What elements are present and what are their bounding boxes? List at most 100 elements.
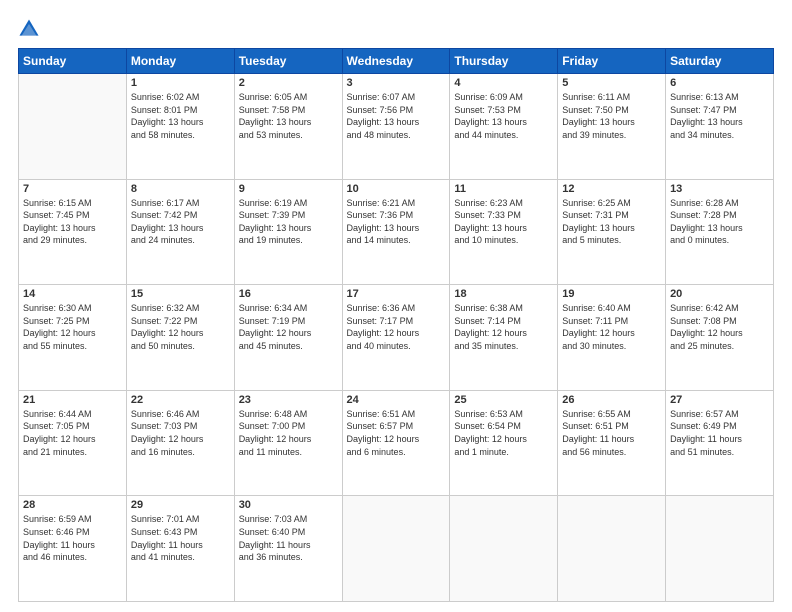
day-info: Sunrise: 6:53 AM Sunset: 6:54 PM Dayligh… [454,408,553,458]
weekday-header: Friday [558,49,666,74]
day-info: Sunrise: 6:19 AM Sunset: 7:39 PM Dayligh… [239,197,338,247]
day-number: 6 [670,77,769,89]
header [18,18,774,40]
page: SundayMondayTuesdayWednesdayThursdayFrid… [0,0,792,612]
day-number: 1 [131,77,230,89]
calendar-header-row: SundayMondayTuesdayWednesdayThursdayFrid… [19,49,774,74]
day-info: Sunrise: 6:40 AM Sunset: 7:11 PM Dayligh… [562,302,661,352]
day-info: Sunrise: 6:57 AM Sunset: 6:49 PM Dayligh… [670,408,769,458]
calendar-cell: 21 Sunrise: 6:44 AM Sunset: 7:05 PM Dayli… [19,390,127,496]
day-info: Sunrise: 7:03 AM Sunset: 6:40 PM Dayligh… [239,513,338,563]
calendar-cell: 27 Sunrise: 6:57 AM Sunset: 6:49 PM Dayli… [666,390,774,496]
day-info: Sunrise: 6:17 AM Sunset: 7:42 PM Dayligh… [131,197,230,247]
day-info: Sunrise: 6:21 AM Sunset: 7:36 PM Dayligh… [347,197,446,247]
calendar-cell: 24 Sunrise: 6:51 AM Sunset: 6:57 PM Dayli… [342,390,450,496]
calendar-cell: 18Sunrise: 6:38 AM Sunset: 7:14 PM Dayli… [450,285,558,391]
calendar-cell: 29 Sunrise: 7:01 AM Sunset: 6:43 PM Dayli… [126,496,234,602]
calendar-cell: 9Sunrise: 6:19 AM Sunset: 7:39 PM Daylig… [234,179,342,285]
day-info: Sunrise: 6:11 AM Sunset: 7:50 PM Dayligh… [562,91,661,141]
calendar-cell: 16 Sunrise: 6:34 AM Sunset: 7:19 PM Dayli… [234,285,342,391]
weekday-header: Wednesday [342,49,450,74]
calendar-cell [19,74,127,180]
day-number: 18 [454,288,553,300]
day-number: 3 [347,77,446,89]
day-number: 26 [562,394,661,406]
calendar-cell [342,496,450,602]
day-info: Sunrise: 6:05 AM Sunset: 7:58 PM Dayligh… [239,91,338,141]
day-info: Sunrise: 6:51 AM Sunset: 6:57 PM Dayligh… [347,408,446,458]
calendar-cell: 20 Sunrise: 6:42 AM Sunset: 7:08 PM Dayli… [666,285,774,391]
calendar-cell [666,496,774,602]
weekday-header: Tuesday [234,49,342,74]
day-info: Sunrise: 7:01 AM Sunset: 6:43 PM Dayligh… [131,513,230,563]
day-number: 19 [562,288,661,300]
day-number: 12 [562,183,661,195]
calendar-cell: 4 Sunrise: 6:09 AM Sunset: 7:53 PM Daylig… [450,74,558,180]
calendar-cell: 1Sunrise: 6:02 AM Sunset: 8:01 PM Daylig… [126,74,234,180]
calendar-cell: 25Sunrise: 6:53 AM Sunset: 6:54 PM Dayli… [450,390,558,496]
day-number: 15 [131,288,230,300]
day-info: Sunrise: 6:59 AM Sunset: 6:46 PM Dayligh… [23,513,122,563]
calendar-cell: 28 Sunrise: 6:59 AM Sunset: 6:46 PM Dayli… [19,496,127,602]
weekday-header: Sunday [19,49,127,74]
calendar-cell [558,496,666,602]
day-info: Sunrise: 6:28 AM Sunset: 7:28 PM Dayligh… [670,197,769,247]
day-info: Sunrise: 6:25 AM Sunset: 7:31 PM Dayligh… [562,197,661,247]
day-info: Sunrise: 6:36 AM Sunset: 7:17 PM Dayligh… [347,302,446,352]
calendar-week-row: 1Sunrise: 6:02 AM Sunset: 8:01 PM Daylig… [19,74,774,180]
day-number: 21 [23,394,122,406]
calendar-cell: 13 Sunrise: 6:28 AM Sunset: 7:28 PM Dayli… [666,179,774,285]
day-number: 22 [131,394,230,406]
day-info: Sunrise: 6:32 AM Sunset: 7:22 PM Dayligh… [131,302,230,352]
weekday-header: Thursday [450,49,558,74]
day-number: 7 [23,183,122,195]
day-info: Sunrise: 6:48 AM Sunset: 7:00 PM Dayligh… [239,408,338,458]
day-number: 4 [454,77,553,89]
day-info: Sunrise: 6:23 AM Sunset: 7:33 PM Dayligh… [454,197,553,247]
day-info: Sunrise: 6:46 AM Sunset: 7:03 PM Dayligh… [131,408,230,458]
calendar-cell: 26 Sunrise: 6:55 AM Sunset: 6:51 PM Dayli… [558,390,666,496]
calendar-cell: 3 Sunrise: 6:07 AM Sunset: 7:56 PM Daylig… [342,74,450,180]
day-number: 29 [131,499,230,511]
day-info: Sunrise: 6:07 AM Sunset: 7:56 PM Dayligh… [347,91,446,141]
day-number: 8 [131,183,230,195]
calendar-cell: 19 Sunrise: 6:40 AM Sunset: 7:11 PM Dayli… [558,285,666,391]
day-number: 16 [239,288,338,300]
calendar-week-row: 7 Sunrise: 6:15 AM Sunset: 7:45 PM Daylig… [19,179,774,285]
day-number: 10 [347,183,446,195]
calendar-week-row: 14Sunrise: 6:30 AM Sunset: 7:25 PM Dayli… [19,285,774,391]
day-info: Sunrise: 6:55 AM Sunset: 6:51 PM Dayligh… [562,408,661,458]
calendar-cell: 12 Sunrise: 6:25 AM Sunset: 7:31 PM Dayli… [558,179,666,285]
calendar-cell: 14Sunrise: 6:30 AM Sunset: 7:25 PM Dayli… [19,285,127,391]
day-number: 28 [23,499,122,511]
day-info: Sunrise: 6:34 AM Sunset: 7:19 PM Dayligh… [239,302,338,352]
calendar-cell: 17 Sunrise: 6:36 AM Sunset: 7:17 PM Dayli… [342,285,450,391]
calendar-table: SundayMondayTuesdayWednesdayThursdayFrid… [18,48,774,602]
day-info: Sunrise: 6:44 AM Sunset: 7:05 PM Dayligh… [23,408,122,458]
calendar-cell: 2Sunrise: 6:05 AM Sunset: 7:58 PM Daylig… [234,74,342,180]
day-number: 13 [670,183,769,195]
calendar-cell [450,496,558,602]
calendar-cell: 8 Sunrise: 6:17 AM Sunset: 7:42 PM Daylig… [126,179,234,285]
day-number: 17 [347,288,446,300]
weekday-header: Monday [126,49,234,74]
calendar-cell: 6 Sunrise: 6:13 AM Sunset: 7:47 PM Daylig… [666,74,774,180]
day-number: 11 [454,183,553,195]
calendar-cell: 7 Sunrise: 6:15 AM Sunset: 7:45 PM Daylig… [19,179,127,285]
calendar-cell: 11 Sunrise: 6:23 AM Sunset: 7:33 PM Dayli… [450,179,558,285]
day-number: 5 [562,77,661,89]
day-number: 27 [670,394,769,406]
calendar-cell: 15 Sunrise: 6:32 AM Sunset: 7:22 PM Dayli… [126,285,234,391]
day-info: Sunrise: 6:09 AM Sunset: 7:53 PM Dayligh… [454,91,553,141]
day-info: Sunrise: 6:15 AM Sunset: 7:45 PM Dayligh… [23,197,122,247]
calendar-cell: 22 Sunrise: 6:46 AM Sunset: 7:03 PM Dayli… [126,390,234,496]
day-number: 20 [670,288,769,300]
weekday-header: Saturday [666,49,774,74]
day-info: Sunrise: 6:42 AM Sunset: 7:08 PM Dayligh… [670,302,769,352]
calendar-cell: 23 Sunrise: 6:48 AM Sunset: 7:00 PM Dayli… [234,390,342,496]
calendar-cell: 10 Sunrise: 6:21 AM Sunset: 7:36 PM Dayli… [342,179,450,285]
day-info: Sunrise: 6:13 AM Sunset: 7:47 PM Dayligh… [670,91,769,141]
logo-icon [18,18,40,40]
day-number: 23 [239,394,338,406]
day-number: 24 [347,394,446,406]
